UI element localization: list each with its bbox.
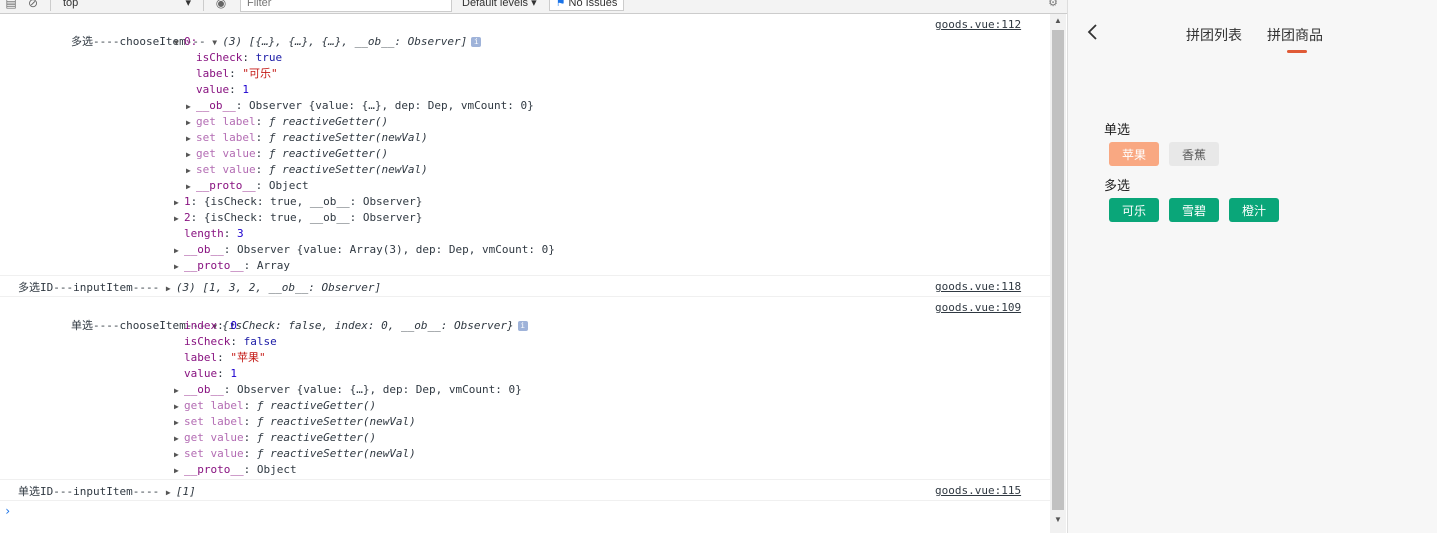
multi-option-orange[interactable]: 橙汁: [1229, 198, 1279, 222]
tab-group-goods[interactable]: 拼团商品: [1267, 25, 1323, 45]
tree-node[interactable]: ▶ __proto__: Object: [186, 178, 309, 194]
tree-prop: index: 0: [184, 319, 237, 332]
devtools-panel: ▤ ⊘ top ▾ ◉ Default levels ▾ ⚑ No Issues…: [0, 0, 1068, 533]
info-icon: i: [471, 37, 482, 47]
tree-prop: isCheck: false: [184, 335, 277, 348]
log-line[interactable]: 多选----chooseItem--- ▼ (3) [{…}, {…}, {…},…: [18, 18, 482, 48]
eye-icon[interactable]: ◉: [210, 0, 232, 12]
chevron-down-icon: ▾: [185, 0, 191, 9]
tree-prop: label: "可乐": [196, 67, 278, 80]
tree-node[interactable]: ▶ __ob__: Observer {value: {…}, dep: Dep,…: [174, 382, 522, 398]
tree-node[interactable]: ▼ 0:: [174, 34, 197, 50]
console-messages: goods.vue:112 多选----chooseItem--- ▼ (3) […: [0, 14, 1050, 533]
back-arrow-icon[interactable]: [1086, 22, 1100, 42]
collapsed-triangle-icon: ▶: [165, 284, 171, 293]
active-tab-indicator: [1287, 50, 1307, 53]
app-header: 拼团列表 拼团商品: [1068, 0, 1437, 60]
collapsed-triangle-icon: ▶: [174, 418, 179, 427]
app-preview: 拼团列表 拼团商品 单选 苹果 香蕉 多选 可乐 雪碧 橙汁: [1068, 0, 1437, 533]
collapsed-triangle-icon: ▶: [174, 402, 179, 411]
context-label: top: [63, 0, 79, 9]
collapsed-triangle-icon: ▶: [174, 262, 179, 271]
scrollbar-thumb[interactable]: [1052, 30, 1064, 510]
context-selector[interactable]: top ▾: [57, 0, 197, 12]
expanded-triangle-icon[interactable]: ▼: [174, 35, 184, 51]
tree-node[interactable]: ▶ get value: ƒ reactiveGetter(): [174, 430, 376, 446]
collapsed-triangle-icon: ▶: [186, 150, 191, 159]
tree-prop: isCheck: true: [196, 51, 283, 64]
console-message: goods.vue:115 单选ID---inputItem---- ▶ [1]: [0, 481, 1050, 501]
collapsed-triangle-icon: ▶: [186, 102, 191, 111]
tree-node[interactable]: ▶ set label: ƒ reactiveSetter(newVal): [174, 414, 416, 430]
collapsed-triangle-icon: ▶: [186, 118, 191, 127]
tree-prop: value: 1: [196, 83, 249, 96]
expanded-triangle-icon[interactable]: ▼: [212, 35, 222, 51]
log-line[interactable]: 多选ID---inputItem---- ▶ (3) [1, 3, 2, __ob…: [18, 280, 381, 296]
gear-icon[interactable]: ⚙: [1048, 0, 1058, 9]
tree-node[interactable]: ▶ set label: ƒ reactiveSetter(newVal): [186, 130, 428, 146]
single-select-label: 单选: [1104, 123, 1131, 138]
collapsed-triangle-icon: ▶: [174, 246, 179, 255]
console-scrollbar[interactable]: ▲ ▼: [1050, 14, 1066, 533]
tree-prop: length: 3: [184, 227, 244, 240]
tree-prop: label: "苹果": [184, 351, 266, 364]
issues-label: No Issues: [568, 0, 618, 9]
collapsed-triangle-icon: ▶: [174, 450, 179, 459]
tree-node[interactable]: ▶ __ob__: Observer {value: Array(3), dep:…: [174, 242, 555, 258]
clear-console-icon[interactable]: ⊘: [22, 0, 44, 12]
tree-node[interactable]: ▶ __proto__: Object: [174, 462, 297, 478]
info-icon: i: [517, 321, 528, 331]
multi-select-label: 多选: [1104, 179, 1131, 194]
console-toolbar: ▤ ⊘ top ▾ ◉ Default levels ▾ ⚑ No Issues…: [0, 0, 1067, 14]
console-message: goods.vue:109 单选----chooseItem--- ▼ {isCh…: [0, 298, 1050, 480]
scroll-up-icon[interactable]: ▲: [1050, 16, 1066, 30]
scroll-down-icon[interactable]: ▼: [1050, 515, 1066, 529]
single-option-banana[interactable]: 香蕉: [1169, 142, 1219, 166]
collapsed-triangle-icon: ▶: [186, 134, 191, 143]
collapsed-triangle-icon: ▶: [174, 434, 179, 443]
single-option-apple[interactable]: 苹果: [1109, 142, 1159, 166]
collapsed-triangle-icon: ▶: [165, 488, 171, 497]
tree-node[interactable]: ▶ __proto__: Array: [174, 258, 290, 274]
source-link[interactable]: goods.vue:118: [935, 279, 1021, 295]
tab-group-list[interactable]: 拼团列表: [1186, 25, 1242, 45]
flag-icon: ⚑: [555, 0, 566, 9]
tree-prop: value: 1: [184, 367, 237, 380]
multi-option-sprite[interactable]: 雪碧: [1169, 198, 1219, 222]
console-message: goods.vue:118 多选ID---inputItem---- ▶ (3) …: [0, 277, 1050, 297]
collapsed-triangle-icon: ▶: [174, 386, 179, 395]
collapsed-triangle-icon: ▶: [174, 466, 179, 475]
source-link[interactable]: goods.vue:109: [935, 300, 1021, 316]
collapsed-triangle-icon: ▶: [186, 166, 191, 175]
source-link[interactable]: goods.vue:112: [935, 17, 1021, 33]
log-line[interactable]: 单选----chooseItem--- ▼ {isCheck: false, in…: [18, 302, 528, 332]
levels-dropdown[interactable]: Default levels ▾: [462, 0, 537, 9]
sidebar-toggle-icon[interactable]: ▤: [0, 0, 22, 12]
multi-option-cola[interactable]: 可乐: [1109, 198, 1159, 222]
collapsed-triangle-icon: ▶: [174, 198, 179, 207]
collapsed-triangle-icon: ▶: [186, 182, 191, 191]
filter-input[interactable]: [240, 0, 452, 12]
tree-node[interactable]: ▶ __ob__: Observer {value: {…}, dep: Dep,…: [186, 98, 534, 114]
tree-node[interactable]: ▶ 2: {isCheck: true, __ob__: Observer}: [174, 210, 422, 226]
log-line[interactable]: 单选ID---inputItem---- ▶ [1]: [18, 484, 196, 500]
console-message: goods.vue:112 多选----chooseItem--- ▼ (3) […: [0, 14, 1050, 276]
tree-node[interactable]: ▶ set value: ƒ reactiveSetter(newVal): [186, 162, 428, 178]
tree-node[interactable]: ▶ get value: ƒ reactiveGetter(): [186, 146, 388, 162]
tree-node[interactable]: ▶ get label: ƒ reactiveGetter(): [186, 114, 388, 130]
tree-node[interactable]: ▶ 1: {isCheck: true, __ob__: Observer}: [174, 194, 422, 210]
tree-node[interactable]: ▶ set value: ƒ reactiveSetter(newVal): [174, 446, 416, 462]
source-link[interactable]: goods.vue:115: [935, 483, 1021, 499]
issues-button[interactable]: ⚑ No Issues: [548, 0, 625, 11]
collapsed-triangle-icon: ▶: [174, 214, 179, 223]
tree-node[interactable]: ▶ get label: ƒ reactiveGetter(): [174, 398, 376, 414]
console-prompt[interactable]: ›: [4, 504, 11, 518]
